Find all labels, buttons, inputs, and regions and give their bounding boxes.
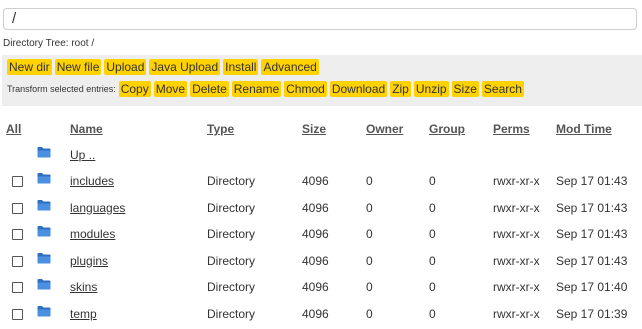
unzip-button[interactable]: Unzip	[413, 81, 449, 97]
table-row: includes Directory 4096 0 0 rwxr-xr-x Sep 17 0…	[0, 170, 642, 196]
table-row: languages Directory 4096 0 0 rwxr-xr-x Sep 17 …	[0, 197, 642, 223]
file-type: Directory	[207, 306, 256, 321]
file-owner: 0	[366, 280, 373, 294]
file-perms: rwxr-xr-x	[493, 174, 540, 188]
install-button[interactable]: Install	[223, 59, 259, 75]
delete-button[interactable]: Delete	[190, 81, 229, 97]
path-input[interactable]: /	[3, 8, 637, 30]
file-modtime: Sep 17 01:40	[556, 280, 628, 294]
folder-icon[interactable]	[37, 146, 51, 158]
sort-modtime-link[interactable]: Mod Time	[556, 122, 612, 136]
file-group: 0	[429, 200, 436, 215]
new-dir-button[interactable]: New dir	[7, 59, 52, 75]
file-modtime: Sep 17 01:43	[556, 200, 628, 215]
row-checkbox[interactable]	[12, 202, 23, 214]
file-manager-page: / Directory Tree: root / New dir New fil…	[0, 0, 642, 329]
table-row: temp Directory 4096 0 0 rwxr-xr-x Sep 17 01:39	[0, 303, 642, 329]
file-modtime: Sep 17 01:43	[556, 227, 628, 241]
file-modtime: Sep 17 01:43	[556, 174, 628, 188]
file-size: 4096	[302, 200, 329, 215]
transform-label: Transform selected entries:	[7, 84, 116, 94]
file-group: 0	[429, 174, 436, 188]
file-perms: rwxr-xr-x	[493, 280, 540, 294]
zip-button[interactable]: Zip	[390, 81, 411, 97]
file-type: Directory	[207, 227, 256, 241]
file-owner: 0	[366, 200, 373, 215]
folder-icon[interactable]	[37, 252, 51, 264]
java-upload-button[interactable]: Java Upload	[149, 59, 221, 75]
file-type: Directory	[207, 253, 256, 268]
copy-button[interactable]: Copy	[118, 81, 151, 97]
table-row-up: Up ..	[0, 144, 642, 170]
toolbar: New dir New file Upload Java Upload Inst…	[2, 55, 642, 106]
row-checkbox[interactable]	[12, 176, 23, 187]
file-name-link[interactable]: temp	[70, 307, 97, 321]
file-owner: 0	[366, 174, 373, 188]
file-perms: rwxr-xr-x	[493, 200, 540, 215]
file-name-link[interactable]: languages	[70, 201, 125, 215]
row-checkbox[interactable]	[12, 282, 23, 293]
file-perms: rwxr-xr-x	[493, 227, 540, 241]
directory-tree-label: Directory Tree: root /	[3, 38, 95, 49]
new-file-button[interactable]: New file	[54, 59, 102, 75]
file-size: 4096	[302, 227, 329, 241]
file-group: 0	[429, 306, 436, 321]
chmod-button[interactable]: Chmod	[284, 81, 327, 97]
row-checkbox[interactable]	[12, 308, 23, 320]
advanced-button[interactable]: Advanced	[261, 59, 319, 75]
file-name-link[interactable]: modules	[70, 227, 115, 241]
file-group: 0	[429, 253, 436, 268]
size-button[interactable]: Size	[451, 81, 479, 97]
file-modtime: Sep 17 01:43	[556, 253, 628, 268]
sort-group-link[interactable]: Group	[429, 122, 465, 136]
file-group: 0	[429, 227, 436, 241]
file-size: 4096	[302, 280, 329, 294]
file-size: 4096	[302, 253, 329, 268]
download-button[interactable]: Download	[329, 81, 388, 97]
row-checkbox[interactable]	[12, 229, 23, 240]
toolbar-row-actions: New dir New file Upload Java Upload Inst…	[7, 59, 322, 75]
folder-icon[interactable]	[37, 199, 51, 211]
table-row: plugins Directory 4096 0 0 rwxr-xr-x Sep 17 01…	[0, 250, 642, 276]
file-group: 0	[429, 280, 436, 294]
file-owner: 0	[366, 306, 373, 321]
upload-button[interactable]: Upload	[104, 59, 147, 75]
rename-button[interactable]: Rename	[231, 81, 282, 97]
sort-perms-link[interactable]: Perms	[493, 122, 530, 136]
table-header: All Name Type Size Owner Group Perms Mod…	[0, 118, 642, 144]
file-owner: 0	[366, 253, 373, 268]
file-owner: 0	[366, 227, 373, 241]
folder-icon[interactable]	[37, 278, 51, 290]
move-button[interactable]: Move	[153, 81, 188, 97]
folder-icon[interactable]	[37, 172, 51, 184]
file-type: Directory	[207, 200, 256, 215]
file-perms: rwxr-xr-x	[493, 306, 540, 321]
table-row: skins Directory 4096 0 0 rwxr-xr-x Sep 17 01:4…	[0, 276, 642, 302]
file-perms: rwxr-xr-x	[493, 253, 540, 268]
sort-owner-link[interactable]: Owner	[366, 122, 403, 136]
row-checkbox[interactable]	[12, 255, 23, 267]
search-button[interactable]: Search	[481, 81, 524, 97]
sort-name-link[interactable]: Name	[70, 122, 103, 136]
folder-icon[interactable]	[37, 225, 51, 237]
sort-size-link[interactable]: Size	[302, 122, 326, 136]
file-name-link[interactable]: skins	[70, 280, 97, 294]
file-size: 4096	[302, 306, 329, 321]
toolbar-row-transform: Transform selected entries: Copy Move De…	[7, 81, 527, 97]
folder-icon[interactable]	[37, 305, 51, 317]
file-name-link[interactable]: plugins	[70, 254, 108, 268]
table-row: modules Directory 4096 0 0 rwxr-xr-x Sep 17 01…	[0, 223, 642, 249]
file-name-link[interactable]: includes	[70, 174, 114, 188]
file-type: Directory	[207, 280, 256, 294]
up-directory-link[interactable]: Up ..	[70, 148, 95, 162]
file-modtime: Sep 17 01:39	[556, 306, 628, 321]
sort-type-link[interactable]: Type	[207, 122, 234, 136]
select-all-link[interactable]: All	[6, 122, 21, 136]
file-size: 4096	[302, 174, 329, 188]
file-type: Directory	[207, 174, 256, 188]
